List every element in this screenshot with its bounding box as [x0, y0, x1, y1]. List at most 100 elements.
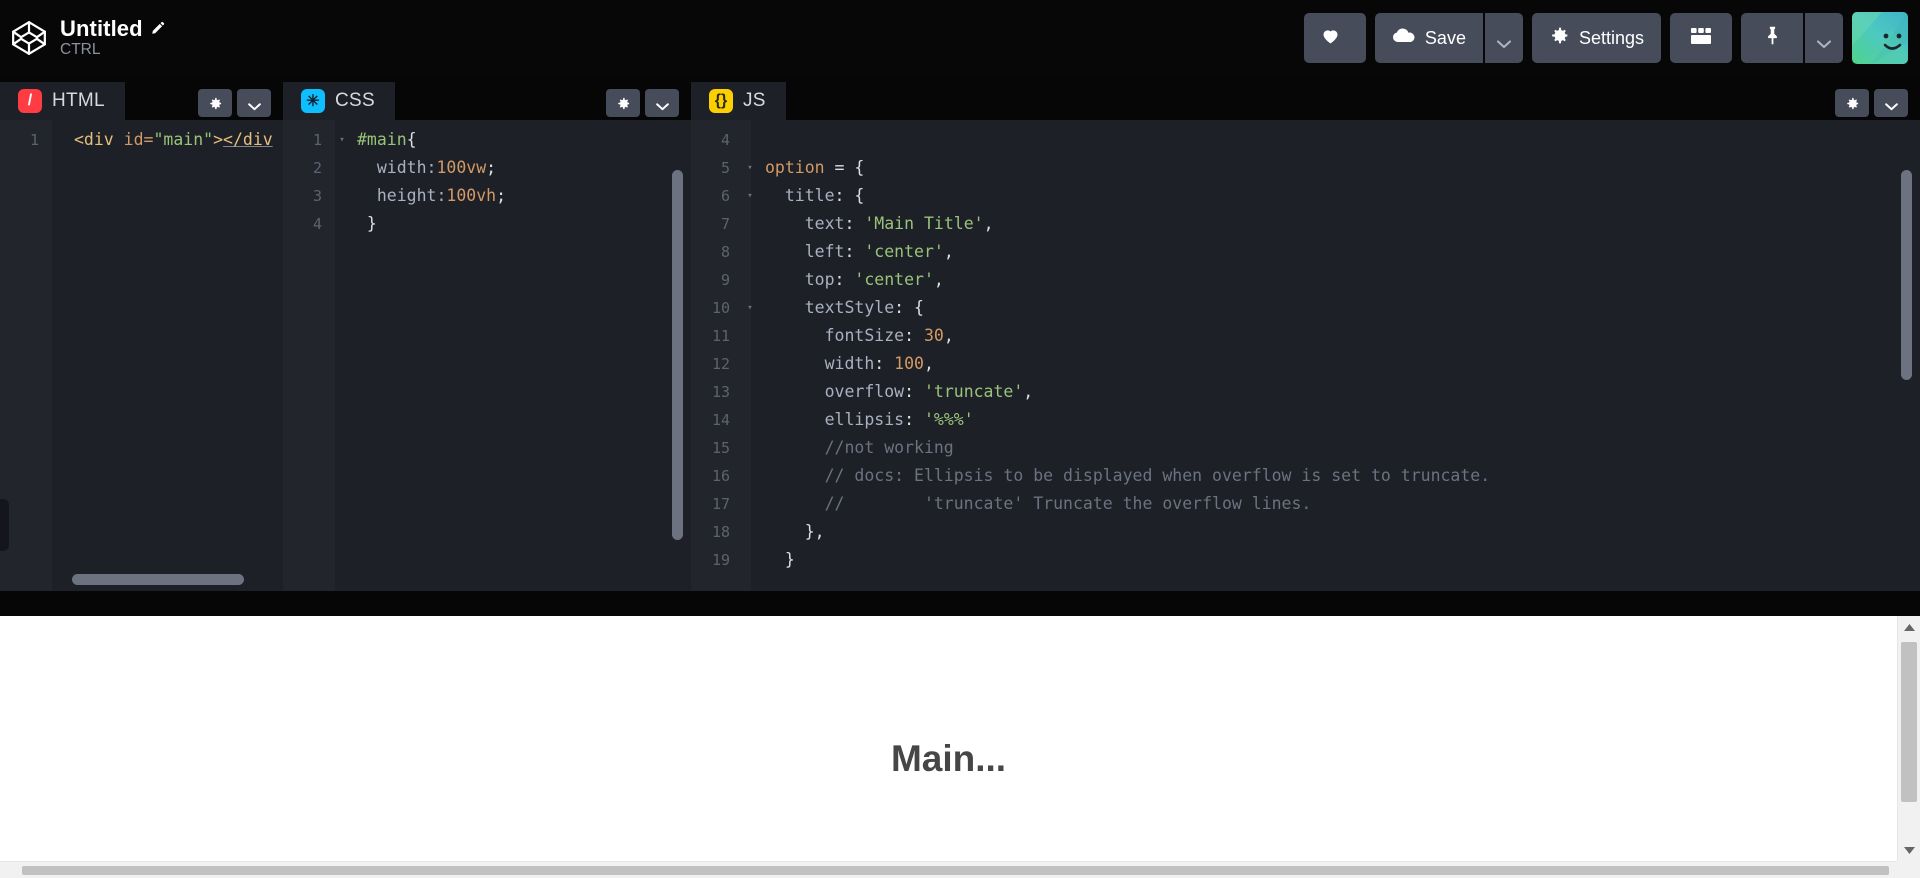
line-number: 15 — [711, 439, 730, 457]
line-number: 1 — [312, 131, 322, 149]
code-text: width:100vw; — [357, 158, 497, 177]
code-line: 2 width:100vw; — [283, 154, 691, 182]
line-number: 9 — [720, 271, 730, 289]
pane-js-header: {} JS — [691, 76, 1920, 120]
save-label: Save — [1424, 27, 1466, 48]
pin-split-button — [1741, 13, 1843, 63]
save-split-button: Save — [1374, 13, 1523, 63]
code-line: 4 } — [283, 210, 691, 238]
codepen-cube-icon[interactable] — [10, 19, 48, 57]
love-button[interactable] — [1303, 13, 1366, 63]
code-line: 7 text: 'Main Title', — [691, 210, 1920, 238]
line-number: 3 — [312, 187, 322, 205]
js-vscrollbar[interactable] — [1901, 170, 1912, 380]
settings-button[interactable]: Settings — [1531, 13, 1661, 63]
preview-vscroll-thumb[interactable] — [1901, 642, 1917, 802]
code-line: 1 <div id="main"></div — [0, 126, 283, 154]
preview-content: Main... — [0, 616, 1897, 861]
change-view-button[interactable] — [1670, 13, 1732, 63]
preview-hscrollbar[interactable] — [0, 861, 1897, 878]
code-text: top: 'center', — [765, 270, 944, 289]
code-line: 12 width: 100, — [691, 350, 1920, 378]
top-actions: Save Settings — [1303, 12, 1920, 64]
js-code-editor[interactable]: 4 5 ▾ option = {6 ▾ title: {7 text: 'Main Ti… — [691, 120, 1920, 591]
chevron-down-icon — [247, 99, 262, 110]
html-hscrollbar[interactable] — [72, 574, 244, 585]
triangle-down-icon[interactable] — [1898, 839, 1920, 861]
line-number: 10 — [711, 299, 730, 317]
preview-vscrollbar[interactable] — [1897, 616, 1920, 861]
chevron-down-icon — [1884, 99, 1899, 110]
preview-resize-handle[interactable] — [0, 591, 1920, 616]
line-number: 2 — [312, 159, 322, 177]
code-text: left: 'center', — [765, 242, 954, 261]
pane-css-tools — [606, 89, 691, 120]
code-text: option = { — [765, 158, 865, 177]
left-drawer-handle[interactable] — [0, 499, 9, 551]
code-text: title: { — [765, 186, 865, 205]
js-collapse-button[interactable] — [1874, 89, 1908, 117]
pin-button[interactable] — [1741, 13, 1803, 63]
editors-row: / HTML 1 <div id="main"></div ✳ CSS 1 ▾ … — [0, 76, 1920, 591]
code-text: textStyle: { — [765, 298, 924, 317]
css-collapse-button[interactable] — [645, 89, 679, 117]
top-toolbar: Untitled CTRL Save Settings — [0, 0, 1920, 76]
line-number: 8 — [720, 243, 730, 261]
pen-owner[interactable]: CTRL — [60, 42, 165, 59]
code-text: <div id="main"></div — [74, 130, 273, 149]
js-settings-button[interactable] — [1835, 89, 1869, 117]
save-button[interactable]: Save — [1374, 13, 1483, 63]
css-settings-button[interactable] — [606, 89, 640, 117]
cloud-icon — [1392, 27, 1416, 49]
tab-js[interactable]: {} JS — [691, 82, 786, 120]
pane-js: {} JS 4 5 ▾ option = {6 ▾ title: {7 te… — [691, 76, 1920, 591]
gear-icon — [616, 96, 631, 111]
save-options-button[interactable] — [1484, 13, 1523, 63]
tab-css[interactable]: ✳ CSS — [283, 82, 395, 120]
html-collapse-button[interactable] — [237, 89, 271, 117]
code-text: width: 100, — [765, 354, 934, 373]
html-code-editor[interactable]: 1 <div id="main"></div — [0, 120, 283, 591]
fold-toggle-icon[interactable]: ▾ — [743, 154, 757, 182]
code-text: #main{ — [357, 130, 417, 149]
js-code-lines: 4 5 ▾ option = {6 ▾ title: {7 text: 'Main Ti… — [691, 120, 1920, 574]
chevron-down-icon — [1816, 33, 1832, 49]
css-code-editor[interactable]: 1 ▾ #main{2 width:100vw; 3 height:100vh; 4 } — [283, 120, 691, 591]
fold-toggle-icon[interactable]: ▾ — [335, 126, 349, 154]
pane-html: / HTML 1 <div id="main"></div — [0, 76, 283, 591]
avatar[interactable] — [1852, 12, 1908, 64]
heart-icon — [1320, 25, 1341, 51]
code-line: 8 left: 'center', — [691, 238, 1920, 266]
css-code-lines: 1 ▾ #main{2 width:100vw; 3 height:100vh; 4 } — [283, 120, 691, 238]
page-title[interactable]: Untitled — [60, 17, 143, 40]
tab-css-label: CSS — [335, 90, 375, 111]
settings-label: Settings — [1578, 27, 1644, 48]
code-line: 1 ▾ #main{ — [283, 126, 691, 154]
tab-js-label: JS — [743, 90, 766, 111]
line-number: 4 — [312, 215, 322, 233]
fold-toggle-icon[interactable]: ▾ — [743, 182, 757, 210]
line-number: 16 — [711, 467, 730, 485]
code-line: 13 overflow: 'truncate', — [691, 378, 1920, 406]
chevron-down-icon — [1496, 33, 1512, 49]
code-line: 19 } — [691, 546, 1920, 574]
pane-html-tools — [198, 89, 283, 120]
html-code-lines: 1 <div id="main"></div — [0, 120, 283, 154]
code-line: 10 ▾ textStyle: { — [691, 294, 1920, 322]
pin-options-button[interactable] — [1805, 13, 1843, 63]
code-line: 11 fontSize: 30, — [691, 322, 1920, 350]
css-vscrollbar[interactable] — [672, 170, 683, 540]
code-text: text: 'Main Title', — [765, 214, 994, 233]
triangle-up-icon[interactable] — [1898, 616, 1920, 638]
line-number: 4 — [720, 131, 730, 149]
pane-js-tools — [1835, 89, 1920, 120]
fold-toggle-icon[interactable]: ▾ — [743, 294, 757, 322]
pencil-icon[interactable] — [150, 21, 165, 36]
code-text: // docs: Ellipsis to be displayed when o… — [765, 466, 1491, 485]
html-settings-button[interactable] — [198, 89, 232, 117]
preview-hscroll-thumb[interactable] — [22, 866, 1889, 875]
preview-iframe[interactable]: Main... — [0, 616, 1920, 878]
css-logo-icon: ✳ — [301, 89, 325, 113]
line-number: 7 — [720, 215, 730, 233]
tab-html[interactable]: / HTML — [0, 82, 125, 120]
